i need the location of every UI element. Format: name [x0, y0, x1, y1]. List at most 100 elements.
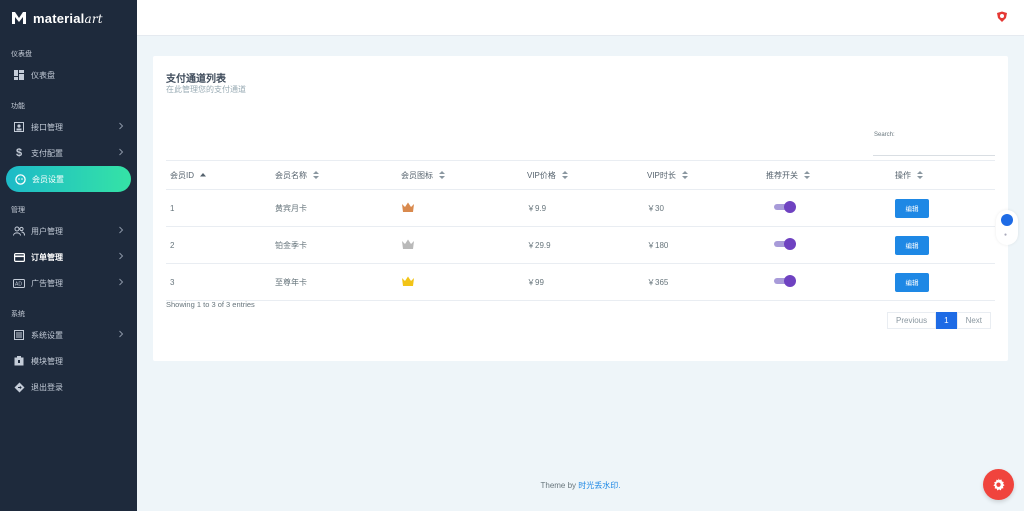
cell-icon: [397, 226, 523, 264]
column-header-id[interactable]: 会员ID: [166, 160, 271, 190]
chevron-right-icon: [119, 148, 124, 156]
dollar-icon: $: [15, 147, 23, 159]
section-label-system: 系统: [11, 311, 25, 318]
sidebar: materialart 仪表盘 仪表盘 功能 接口管理 $ 支付配置 会员设置 …: [0, 0, 137, 511]
users-icon: [13, 225, 25, 237]
side-widget[interactable]: ●: [996, 210, 1018, 245]
column-header-duration[interactable]: VIP时长: [643, 160, 762, 190]
sort-icon: [682, 171, 689, 180]
brand-name: materialart: [33, 10, 103, 26]
cell-action: 编辑: [891, 263, 995, 301]
column-header-recommend[interactable]: 推荐开关: [762, 160, 891, 190]
column-header-name[interactable]: 会员名称: [271, 160, 397, 190]
cell-price: ￥29.9: [523, 226, 643, 264]
sidebar-item-orders[interactable]: 订单管理: [0, 244, 137, 270]
column-header-actions[interactable]: 操作: [891, 160, 995, 190]
sidebar-item-label: 接口管理: [31, 122, 63, 132]
module-icon: [13, 355, 25, 367]
sidebar-item-label: 用户管理: [31, 226, 63, 236]
card-icon: [13, 251, 25, 263]
sort-icon: [562, 171, 569, 180]
sidebar-item-label: 仪表盘: [31, 70, 55, 80]
column-header-icon[interactable]: 会员图标: [397, 160, 523, 190]
cell-price: ￥9.9: [523, 189, 643, 227]
recommend-toggle[interactable]: [774, 238, 796, 250]
cell-recommend: [762, 189, 891, 227]
sidebar-item-system-settings[interactable]: 系统设置: [0, 322, 137, 348]
cell-action: 编辑: [891, 189, 995, 227]
table-row: 2 铂金季卡 ￥29.9 ￥180 编辑: [166, 226, 995, 264]
cell-recommend: [762, 263, 891, 301]
cell-action: 编辑: [891, 226, 995, 264]
sidebar-item-label: 广告管理: [31, 278, 63, 288]
table-row: 3 至尊年卡 ￥99 ￥365 编辑: [166, 263, 995, 301]
member-table: 会员ID 会员名称 会员图标 VIP价格 VIP时长 推荐开关 操作 1 黄宾月…: [166, 160, 995, 301]
chat-icon: [1001, 214, 1013, 226]
cell-duration: ￥180: [643, 226, 762, 264]
search-input[interactable]: [873, 140, 995, 156]
settings-fab[interactable]: [983, 469, 1014, 500]
sidebar-item-label: 模块管理: [31, 356, 63, 366]
cell-name: 至尊年卡: [271, 263, 397, 301]
sort-asc-icon: [200, 173, 207, 177]
user-avatar-icon[interactable]: [996, 11, 1008, 23]
pagination-page-1[interactable]: 1: [936, 312, 957, 329]
brand[interactable]: materialart: [0, 0, 137, 36]
sidebar-item-dashboard[interactable]: 仪表盘: [0, 62, 137, 88]
sidebar-item-label: 会员设置: [32, 174, 64, 184]
table-info: Showing 1 to 3 of 3 entries: [166, 300, 255, 309]
sidebar-item-api[interactable]: 接口管理: [0, 114, 137, 140]
sidebar-item-payment-config[interactable]: $ 支付配置: [0, 140, 137, 166]
sidebar-item-ads[interactable]: AD 广告管理: [0, 270, 137, 296]
edit-button[interactable]: 编辑: [895, 235, 929, 255]
sort-icon: [313, 171, 320, 180]
member-icon: [14, 173, 26, 185]
sidebar-item-label: 退出登录: [31, 382, 63, 392]
cell-id: 3: [166, 263, 271, 301]
logout-icon: [13, 381, 25, 393]
cell-price: ￥99: [523, 263, 643, 301]
ad-icon: AD: [13, 277, 25, 289]
sidebar-item-logout[interactable]: 退出登录: [0, 374, 137, 400]
svg-text:AD: AD: [15, 281, 22, 287]
search-label: Search:: [874, 132, 895, 138]
card-title: 支付通道列表: [166, 74, 226, 85]
edit-button[interactable]: 编辑: [895, 272, 929, 292]
recommend-toggle[interactable]: [774, 201, 796, 213]
section-label-management: 管理: [11, 207, 25, 214]
table-header-row: 会员ID 会员名称 会员图标 VIP价格 VIP时长 推荐开关 操作: [166, 160, 995, 190]
sort-icon: [439, 171, 446, 180]
pagination-next[interactable]: Next: [956, 312, 992, 329]
api-icon: [13, 121, 25, 133]
sidebar-item-label: 系统设置: [31, 330, 63, 340]
column-header-price[interactable]: VIP价格: [523, 160, 643, 190]
gear-icon: [993, 478, 1005, 491]
widget-dot-icon: ●: [1004, 232, 1008, 238]
recommend-toggle[interactable]: [774, 275, 796, 287]
chevron-right-icon: [119, 252, 124, 260]
sidebar-item-member-settings[interactable]: 会员设置: [6, 166, 131, 192]
crown-icon: [402, 239, 414, 249]
cell-id: 1: [166, 189, 271, 227]
sidebar-item-modules[interactable]: 模块管理: [0, 348, 137, 374]
footer: Theme by 时光丢水印.: [137, 480, 1024, 491]
sidebar-item-label: 订单管理: [31, 252, 63, 262]
pagination-previous[interactable]: Previous: [887, 312, 937, 329]
sidebar-item-users[interactable]: 用户管理: [0, 218, 137, 244]
footer-link[interactable]: 时光丢水印.: [578, 481, 620, 490]
sort-icon: [804, 171, 811, 180]
pagination: Previous 1 Next: [887, 312, 992, 329]
table-row: 1 黄宾月卡 ￥9.9 ￥30 编辑: [166, 189, 995, 227]
card-subtitle: 在此管理您的支付通道: [166, 85, 246, 94]
topbar: [137, 0, 1024, 36]
sort-icon: [917, 171, 924, 180]
payment-channel-card: 支付通道列表 在此管理您的支付通道 Search: 会员ID 会员名称 会员图标…: [153, 56, 1008, 361]
crown-icon: [402, 202, 414, 212]
cell-name: 铂金季卡: [271, 226, 397, 264]
cell-recommend: [762, 226, 891, 264]
edit-button[interactable]: 编辑: [895, 198, 929, 218]
footer-text: Theme by: [540, 481, 579, 490]
chevron-right-icon: [119, 122, 124, 130]
cell-icon: [397, 189, 523, 227]
settings-list-icon: [13, 329, 25, 341]
